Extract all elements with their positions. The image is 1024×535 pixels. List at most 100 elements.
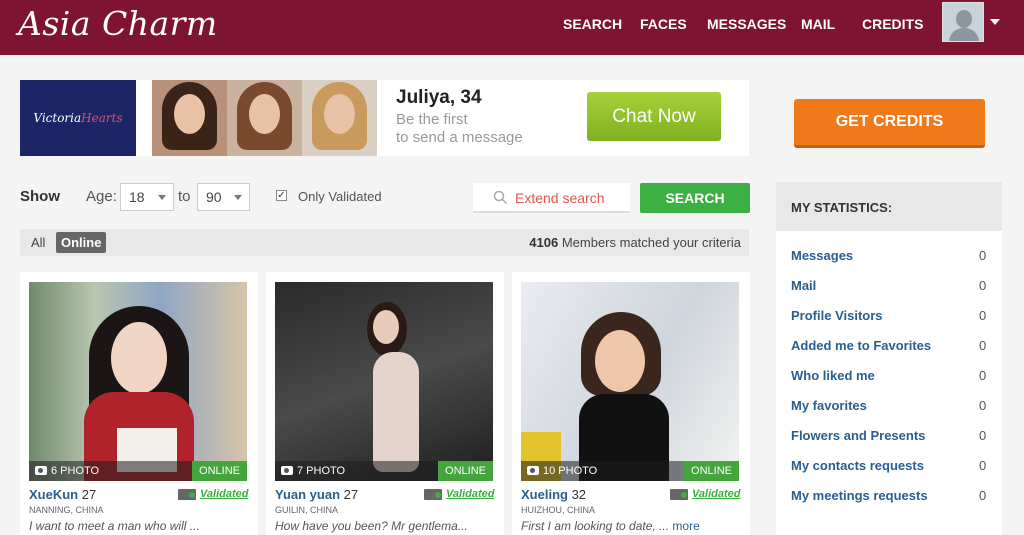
stat-who-liked-me-count: 0	[979, 368, 987, 383]
age-from-value: 18	[129, 189, 145, 205]
stat-meetings-requests-count: 0	[979, 488, 987, 503]
profile-card[interactable]: 10 PHOTO ONLINE Xueling 32 Validated HUI…	[512, 272, 750, 535]
profile-photo[interactable]: 6 PHOTO ONLINE	[29, 282, 247, 481]
members-count-text: Members matched your criteria	[561, 235, 741, 250]
profile-name: XueKun	[29, 487, 79, 502]
chevron-down-icon	[234, 195, 242, 200]
more-link[interactable]: more	[672, 519, 699, 533]
online-badge: ONLINE	[684, 461, 739, 481]
profile-age: 27	[81, 487, 97, 502]
avatar-head	[956, 10, 972, 28]
show-label: Show	[20, 188, 60, 205]
validated-link[interactable]: Validated	[692, 488, 741, 500]
stat-flowers-presents[interactable]: Flowers and Presents	[791, 428, 925, 443]
photo-count: 10 PHOTO	[543, 465, 598, 477]
only-validated-label[interactable]: Only Validated	[298, 189, 382, 204]
profile-age: 27	[343, 487, 359, 502]
profile-message-text: How have you been? Mr gentlema...	[275, 519, 468, 533]
site-logo[interactable]: Asia Charm	[18, 4, 218, 43]
profile-location: GUILIN, CHINA	[275, 505, 339, 515]
stat-profile-visitors-count: 0	[979, 308, 987, 323]
profile-name-link[interactable]: Xueling 32	[521, 487, 586, 502]
stat-meetings-requests[interactable]: My meetings requests	[791, 488, 928, 503]
ad-photo-3[interactable]	[302, 80, 377, 156]
camera-icon	[281, 466, 293, 475]
statistics-header: MY STATISTICS:	[776, 182, 1002, 231]
chat-now-button[interactable]: Chat Now	[587, 92, 721, 141]
statistics-title: MY STATISTICS:	[791, 200, 893, 215]
stat-mail[interactable]: Mail	[791, 278, 816, 293]
ad-brand-logo[interactable]: Victoria Hearts	[20, 80, 136, 156]
tab-online[interactable]: Online	[56, 232, 107, 253]
validated-icon	[670, 489, 688, 500]
stat-profile-visitors[interactable]: Profile Visitors	[791, 308, 883, 323]
ad-subtext-2: to send a message	[396, 129, 523, 146]
nav-search[interactable]: SEARCH	[563, 16, 622, 32]
profile-message: I want to meet a man who will ...	[29, 519, 254, 533]
validated-link[interactable]: Validated	[200, 488, 249, 500]
nav-credits[interactable]: CREDITS	[862, 16, 923, 32]
tab-all[interactable]: All	[31, 235, 45, 250]
results-bar: All Online 4106 Members matched your cri…	[20, 229, 749, 256]
stat-flowers-presents-count: 0	[979, 428, 987, 443]
age-to-value: 90	[206, 189, 222, 205]
avatar-body	[949, 28, 979, 41]
only-validated-checkbox[interactable]: ✓	[276, 190, 287, 201]
nav-messages[interactable]: MESSAGES	[707, 16, 786, 32]
chevron-down-icon	[158, 195, 166, 200]
profile-location: NANNING, CHINA	[29, 505, 104, 515]
profile-message: First I am looking to date, ... more	[521, 519, 746, 533]
statistics-panel: MY STATISTICS: Messages 0 Mail 0 Profile…	[776, 182, 1002, 535]
nav-faces[interactable]: FACES	[640, 16, 687, 32]
user-avatar[interactable]	[942, 2, 984, 42]
ad-photo-2[interactable]	[227, 80, 302, 156]
search-icon	[493, 190, 508, 205]
photo-face	[373, 310, 399, 344]
ad-subtext-1: Be the first	[396, 111, 468, 128]
extend-search-label: Extend search	[515, 190, 605, 206]
photo-dress	[373, 352, 419, 472]
stat-my-favorites-count: 0	[979, 398, 987, 413]
online-badge: ONLINE	[192, 461, 247, 481]
profile-photo[interactable]: 10 PHOTO ONLINE	[521, 282, 739, 481]
online-badge: ONLINE	[438, 461, 493, 481]
profile-card[interactable]: 6 PHOTO ONLINE XueKun 27 Validated NANNI…	[20, 272, 258, 535]
ad-photo-face	[249, 94, 280, 134]
stat-my-favorites[interactable]: My favorites	[791, 398, 867, 413]
stat-who-liked-me[interactable]: Who liked me	[791, 368, 875, 383]
stat-messages-count: 0	[979, 248, 987, 263]
stat-contacts-requests-count: 0	[979, 458, 987, 473]
extend-search-button[interactable]: Extend search	[473, 183, 630, 213]
ad-photo-face	[174, 94, 205, 134]
profile-message: How have you been? Mr gentlema...	[275, 519, 500, 533]
profile-card[interactable]: 7 PHOTO ONLINE Yuan yuan 27 Validated GU…	[266, 272, 504, 535]
get-credits-button[interactable]: GET CREDITS	[794, 99, 985, 148]
top-navigation-bar: Asia Charm SEARCH FACES MESSAGES MAIL CR…	[0, 0, 1024, 55]
profile-name-link[interactable]: Yuan yuan 27	[275, 487, 358, 502]
photo-face	[111, 322, 167, 394]
profile-name-link[interactable]: XueKun 27	[29, 487, 96, 502]
profile-age: 32	[571, 487, 587, 502]
profile-photo[interactable]: 7 PHOTO ONLINE	[275, 282, 493, 481]
ad-brand-text-2: Hearts	[81, 111, 123, 125]
members-count-number: 4106	[529, 235, 559, 250]
stat-added-to-favorites[interactable]: Added me to Favorites	[791, 338, 931, 353]
age-from-select[interactable]: 18	[120, 183, 174, 211]
photo-face	[595, 330, 645, 392]
validated-link[interactable]: Validated	[446, 488, 495, 500]
camera-icon	[35, 466, 47, 475]
validated-icon	[178, 489, 196, 500]
ad-photo-1[interactable]	[152, 80, 227, 156]
nav-mail[interactable]: MAIL	[801, 16, 835, 32]
age-to-select[interactable]: 90	[197, 183, 250, 211]
stat-contacts-requests[interactable]: My contacts requests	[791, 458, 924, 473]
stat-messages[interactable]: Messages	[791, 248, 853, 263]
age-label: Age:	[86, 188, 117, 205]
profile-message-text: First I am looking to date, ...	[521, 519, 670, 533]
chevron-down-icon[interactable]	[990, 19, 1000, 25]
ad-photo-face	[324, 94, 355, 134]
validated-icon	[424, 489, 442, 500]
search-button[interactable]: SEARCH	[640, 183, 750, 213]
members-count: 4106 Members matched your criteria	[529, 235, 741, 250]
profile-message-text: I want to meet a man who will ...	[29, 519, 200, 533]
